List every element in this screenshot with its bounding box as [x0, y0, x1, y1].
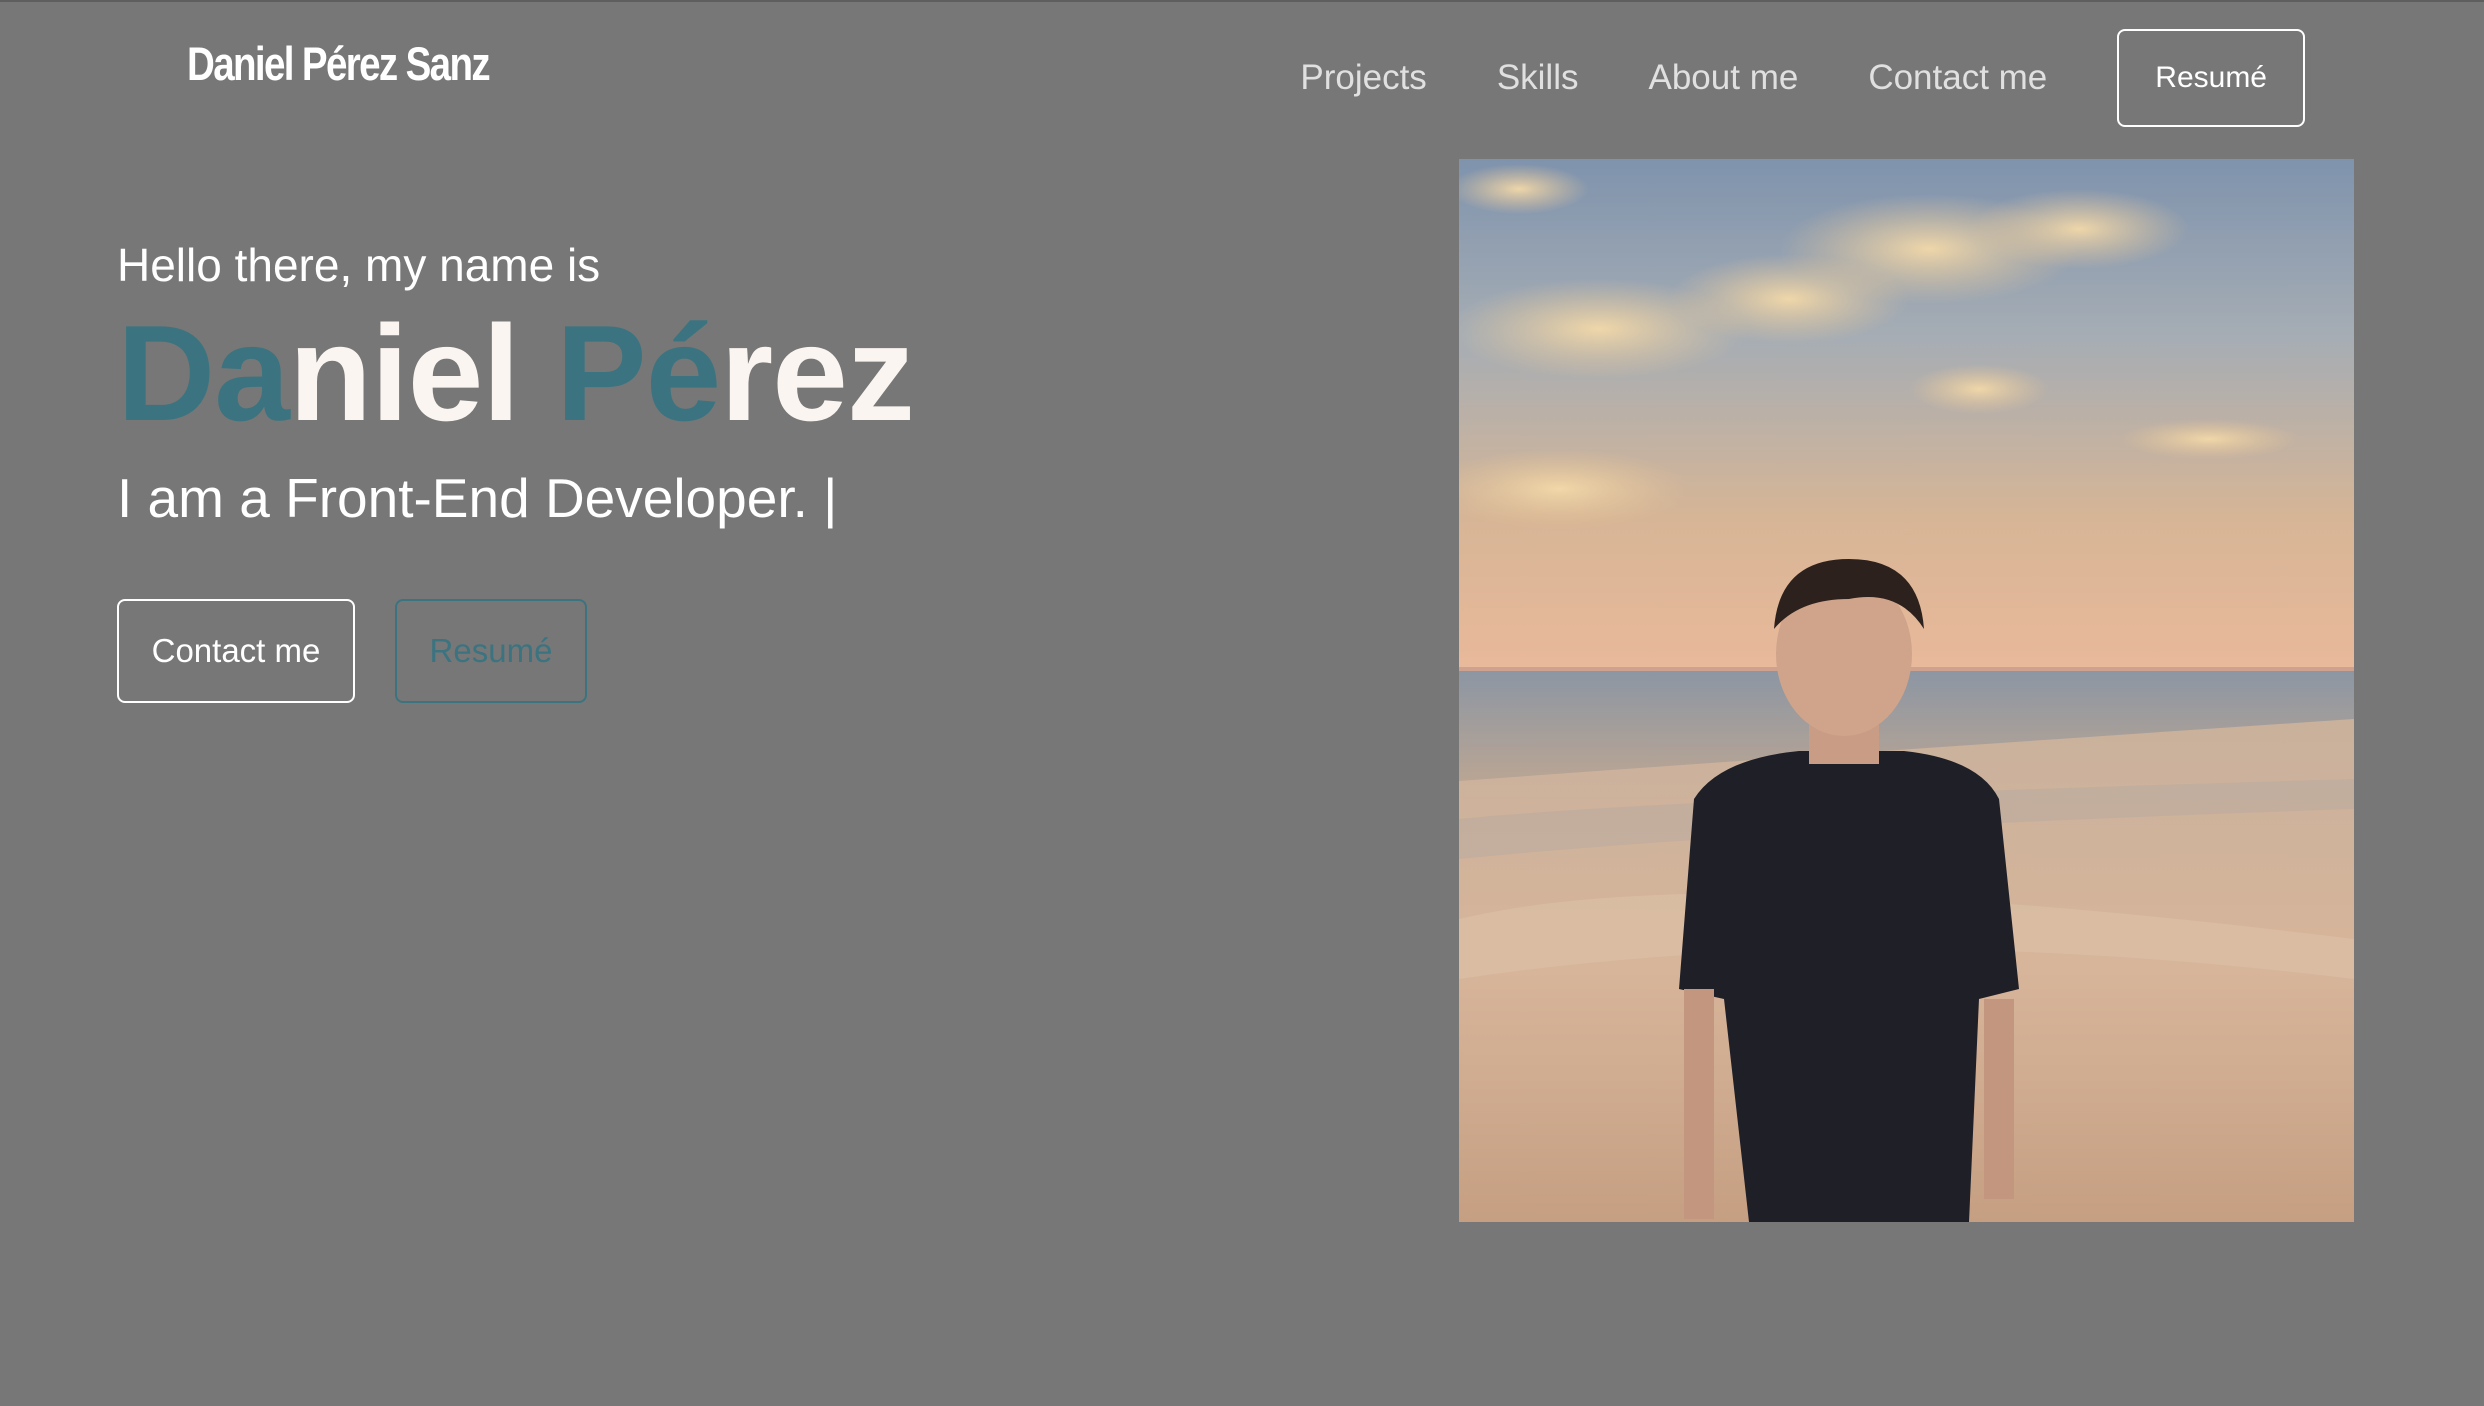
nav-link-projects[interactable]: Projects	[1300, 58, 1426, 98]
nav-link-about[interactable]: About me	[1649, 58, 1799, 98]
main-nav: Projects Skills About me Contact me Resu…	[1300, 29, 2305, 127]
nav-link-skills[interactable]: Skills	[1497, 58, 1579, 98]
hero-tagline: I am a Front-End Developer. |	[117, 467, 838, 529]
profile-photo	[1459, 159, 2354, 1222]
hero-buttons: Contact me Resumé	[117, 599, 1317, 703]
hero-name-rest-1: niel	[288, 297, 556, 449]
resume-button[interactable]: Resumé	[395, 599, 587, 703]
nav-link-contact[interactable]: Contact me	[1868, 58, 2047, 98]
hero-greeting: Hello there, my name is	[117, 239, 601, 291]
hero-name-rest-2: rez	[720, 297, 915, 449]
hero-name: Daniel Pérez	[117, 298, 1317, 448]
top-border	[0, 0, 2484, 2]
nav-resume-button[interactable]: Resumé	[2117, 29, 2305, 127]
hero-name-accent-2: Pé	[555, 297, 721, 449]
site-logo[interactable]: Daniel Pérez Sanz	[187, 36, 491, 91]
hero-section: Hello there, my name is Daniel Pérez I a…	[117, 232, 1317, 703]
hero-name-accent-1: Da	[117, 297, 290, 449]
contact-button[interactable]: Contact me	[117, 599, 355, 703]
